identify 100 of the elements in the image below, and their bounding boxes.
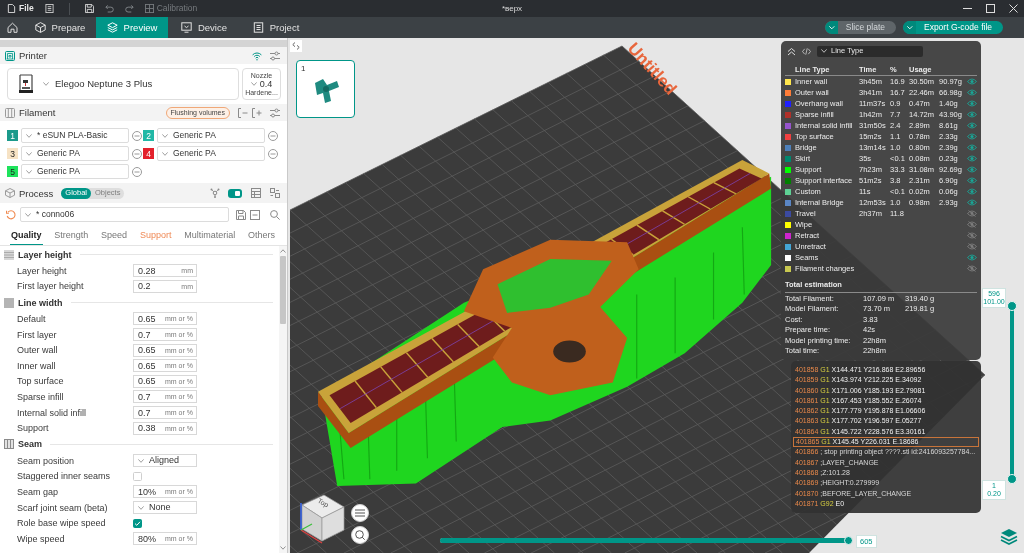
slider-thumb[interactable] — [1007, 474, 1017, 484]
export-gcode-button[interactable]: Export G-code file — [902, 21, 1003, 34]
filament-selector[interactable]: Generic PA — [21, 146, 129, 161]
dropdown-field[interactable]: None — [133, 501, 197, 514]
undo-icon[interactable] — [104, 4, 114, 13]
maximize-icon[interactable] — [986, 4, 995, 13]
minus-circle-icon[interactable] — [132, 130, 142, 141]
redo-icon[interactable] — [124, 4, 134, 13]
close-icon[interactable] — [1009, 4, 1018, 13]
minus-circle-icon[interactable] — [132, 166, 142, 177]
filament-number-badge: 4 — [143, 148, 154, 159]
settings-icon[interactable] — [270, 50, 280, 61]
minus-circle-icon[interactable] — [268, 148, 278, 159]
checkbox[interactable] — [133, 518, 142, 528]
eye-icon[interactable] — [967, 254, 977, 261]
eye-icon[interactable] — [967, 78, 977, 85]
filament-selector[interactable]: Generic PA — [157, 128, 265, 143]
bracket-minus-icon[interactable] — [238, 107, 248, 118]
caret-icon — [26, 169, 32, 174]
printer-icon — [5, 50, 15, 61]
printer-selector[interactable]: Elegoo Neptune 3 Plus — [7, 68, 239, 100]
table-icon[interactable] — [251, 188, 261, 198]
eye-icon[interactable] — [967, 144, 977, 151]
eye-icon[interactable] — [967, 166, 977, 173]
filament-selector[interactable]: Generic PA — [157, 146, 265, 161]
caret-icon — [250, 82, 257, 86]
settings-tab[interactable]: Quality — [10, 226, 43, 245]
list-icon[interactable] — [44, 4, 54, 13]
reset-icon[interactable] — [6, 209, 16, 220]
grid-icon — [144, 4, 154, 13]
layer-slider[interactable] — [1007, 301, 1017, 484]
slider-thumb[interactable] — [1007, 301, 1017, 311]
eye-icon[interactable] — [967, 199, 977, 206]
plate-number: 1 — [301, 64, 306, 73]
nozzle-dropdown[interactable]: 0.4 — [250, 79, 273, 89]
setting-label: Internal solid infill — [17, 407, 88, 418]
settings-tab[interactable]: Strength — [53, 226, 90, 245]
file-icon — [7, 4, 16, 13]
layers-icon[interactable] — [1000, 528, 1018, 546]
settings-tab[interactable]: Multimaterial — [183, 226, 237, 245]
home-icon — [6, 22, 18, 33]
setting-label: Staggered inner seams — [17, 471, 112, 482]
filament-selector[interactable]: Generic PA — [21, 164, 129, 179]
minus-circle-icon[interactable] — [268, 130, 278, 141]
eye-icon[interactable] — [967, 188, 977, 195]
plate-thumbnail[interactable]: 1 — [296, 60, 355, 118]
settings-tab[interactable]: Speed — [100, 226, 129, 245]
nodes-icon[interactable] — [210, 188, 220, 198]
setting-label: Sparse infill — [17, 391, 65, 402]
bracket-plus-icon[interactable] — [252, 107, 262, 118]
caret-icon — [821, 49, 827, 53]
group-title: Layer height — [18, 249, 72, 260]
filament-selector[interactable]: * eSUN PLA-Basic — [21, 128, 129, 143]
scrollbar[interactable] — [279, 246, 287, 553]
advanced-mode-switch[interactable] — [228, 188, 242, 198]
eye-icon[interactable] — [967, 133, 977, 140]
minus-circle-icon[interactable] — [132, 148, 142, 159]
eye-icon[interactable] — [967, 155, 977, 162]
eye-slash-icon[interactable] — [967, 210, 977, 217]
eye-icon[interactable] — [967, 177, 977, 184]
caret-up-icon[interactable] — [280, 249, 286, 253]
wifi-icon[interactable] — [252, 50, 262, 61]
setting-label: Inner wall — [17, 360, 57, 371]
eye-icon[interactable] — [967, 100, 977, 107]
code-icon[interactable] — [802, 46, 811, 56]
preset-selector[interactable]: * conno06 — [20, 207, 229, 222]
eye-slash-icon[interactable] — [967, 232, 977, 239]
setting-label: First layer — [17, 329, 58, 340]
eye-icon[interactable] — [967, 111, 977, 118]
slider-thumb[interactable] — [843, 536, 853, 545]
eye-slash-icon[interactable] — [967, 243, 977, 250]
eye-slash-icon[interactable] — [967, 221, 977, 228]
file-menu[interactable]: File — [7, 4, 34, 13]
checkbox[interactable] — [133, 471, 142, 481]
collapse-button[interactable] — [290, 40, 302, 52]
setting-label: Default — [17, 314, 47, 324]
main-tab[interactable]: Device — [168, 17, 240, 38]
eye-icon[interactable] — [967, 89, 977, 96]
caret-icon — [824, 21, 838, 34]
settings-icon[interactable] — [270, 107, 280, 118]
cube-icon — [34, 22, 46, 33]
caret-icon — [138, 505, 144, 510]
compare-icon[interactable] — [270, 188, 280, 198]
caret-down-icon[interactable] — [280, 546, 286, 550]
filament-number-badge: 3 — [7, 148, 18, 159]
setting-label: Layer height — [17, 265, 68, 276]
section-title: Process — [19, 187, 54, 199]
caret-icon — [162, 133, 168, 138]
eye-icon[interactable] — [967, 122, 977, 129]
minus-square-icon[interactable] — [250, 209, 260, 220]
group-title: Seam — [18, 439, 43, 450]
main-tab[interactable]: Project — [240, 17, 312, 38]
dropdown-field[interactable]: Aligned — [133, 454, 197, 468]
main-tab[interactable]: Preview — [96, 17, 168, 38]
settings-tab[interactable]: Others — [246, 226, 276, 245]
setting-label: Wipe speed — [17, 533, 66, 544]
eye-slash-icon[interactable] — [967, 265, 977, 272]
collapse-icon[interactable] — [787, 46, 796, 56]
search-icon[interactable] — [270, 209, 280, 220]
main-tab[interactable]: Prepare — [24, 17, 96, 38]
